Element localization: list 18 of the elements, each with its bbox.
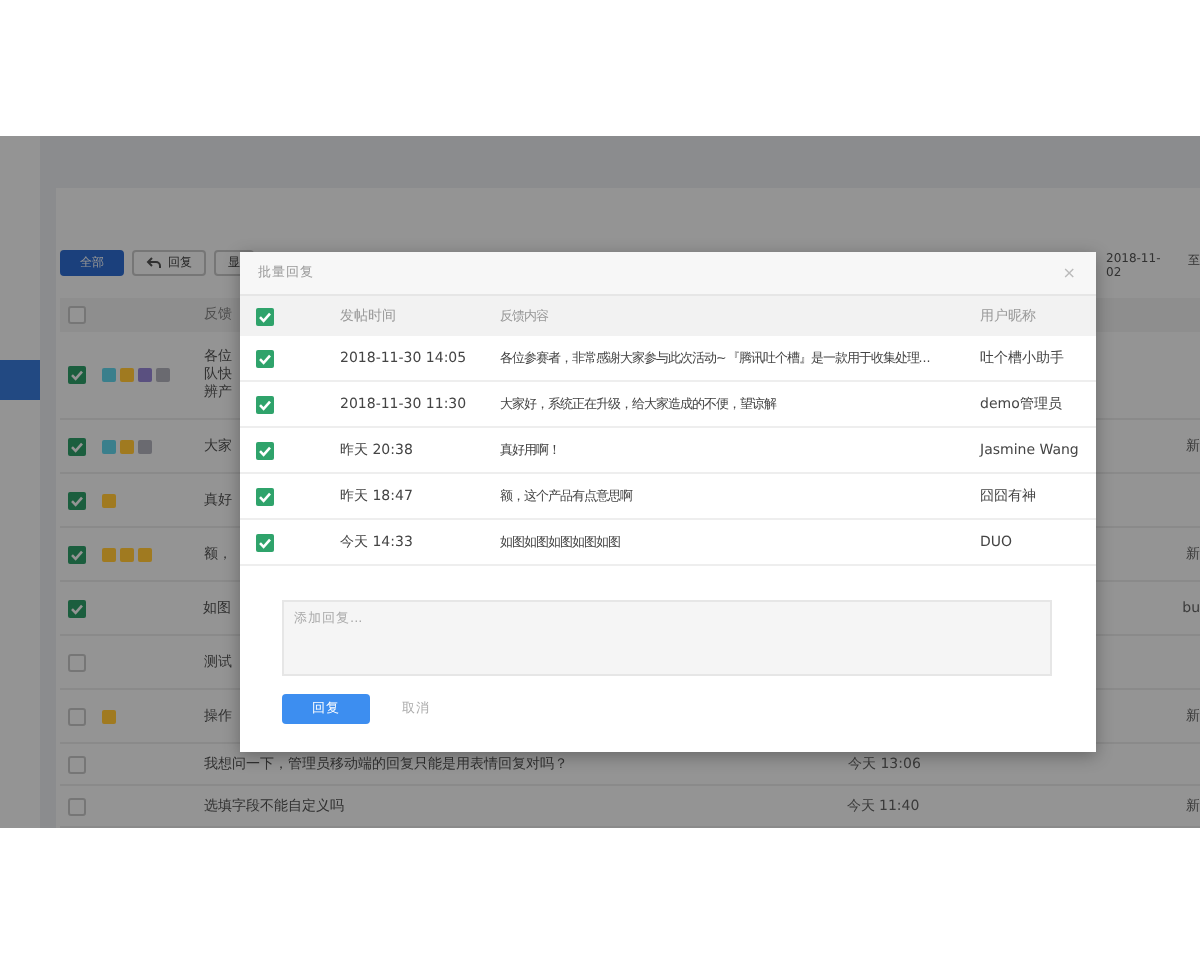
row-checkbox[interactable] [68,599,86,617]
close-button[interactable]: × [1062,264,1076,282]
undo-icon [146,255,162,269]
row-checkbox[interactable] [256,487,274,505]
row-checkbox[interactable] [256,533,274,551]
row-checkbox[interactable] [68,366,86,384]
row-checkbox[interactable] [68,797,86,815]
row-checkbox[interactable] [68,707,86,725]
row-checkbox[interactable] [68,437,86,455]
row-checkbox[interactable] [68,491,86,509]
row-checkbox[interactable] [68,653,86,671]
select-all-checkbox[interactable] [256,307,274,325]
row-checkbox[interactable] [256,349,274,367]
row-checkbox[interactable] [68,755,86,773]
select-all-checkbox[interactable] [68,306,86,324]
row-checkbox[interactable] [68,545,86,563]
row-checkbox[interactable] [256,395,274,413]
row-checkbox[interactable] [256,441,274,459]
